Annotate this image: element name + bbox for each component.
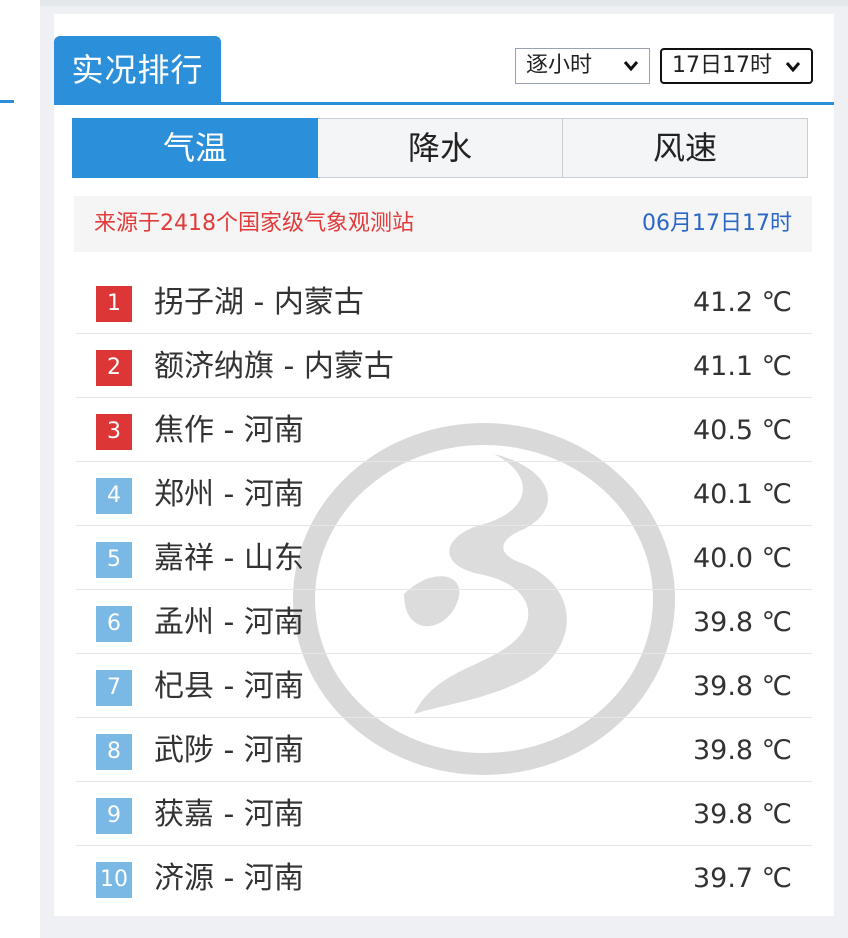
list-item[interactable]: 1 拐子湖 - 内蒙古 41.2 ℃ xyxy=(76,270,812,334)
ranking-card: 实况排行 逐小时 17日17时 气温 降水 风速 来源于2418个国家级气象观测… xyxy=(54,14,834,916)
list-item[interactable]: 7 杞县 - 河南 39.8 ℃ xyxy=(76,654,812,718)
tab-precipitation[interactable]: 降水 xyxy=(318,118,563,178)
temperature-value: 39.7 ℃ xyxy=(692,863,792,894)
interval-select-value: 逐小时 xyxy=(526,53,593,78)
list-item[interactable]: 6 孟州 - 河南 39.8 ℃ xyxy=(76,590,812,654)
rank-badge: 8 xyxy=(96,734,132,770)
temperature-value: 39.8 ℃ xyxy=(692,671,792,702)
list-item[interactable]: 3 焦作 - 河南 40.5 ℃ xyxy=(76,398,812,462)
source-note: 来源于2418个国家级气象观测站 xyxy=(94,211,414,236)
ranking-list: 1 拐子湖 - 内蒙古 41.2 ℃ 2 额济纳旗 - 内蒙古 41.1 ℃ 3 焦作 - 河… xyxy=(76,270,812,909)
station-name: 获嘉 - 河南 xyxy=(154,797,304,832)
list-item[interactable]: 8 武陟 - 河南 39.8 ℃ xyxy=(76,718,812,782)
observation-time: 06月17日17时 xyxy=(642,211,792,236)
rank-badge: 9 xyxy=(96,798,132,834)
rank-badge: 7 xyxy=(96,670,132,706)
station-name: 武陟 - 河南 xyxy=(154,733,304,768)
tab-wind-speed[interactable]: 风速 xyxy=(563,118,808,178)
rank-badge: 10 xyxy=(96,862,132,898)
station-name: 济源 - 河南 xyxy=(154,861,304,896)
rank-badge: 3 xyxy=(96,414,132,450)
station-name: 拐子湖 - 内蒙古 xyxy=(154,285,364,320)
card-header: 实况排行 逐小时 17日17时 xyxy=(54,14,834,106)
top-divider xyxy=(0,0,848,6)
rank-badge: 1 xyxy=(96,286,132,322)
tab-temperature[interactable]: 气温 xyxy=(72,118,318,178)
station-name: 嘉祥 - 山东 xyxy=(154,541,304,576)
rank-badge: 4 xyxy=(96,478,132,514)
chevron-down-icon xyxy=(785,62,801,73)
interval-select[interactable]: 逐小时 xyxy=(515,48,650,84)
temperature-value: 41.1 ℃ xyxy=(692,351,792,382)
list-item[interactable]: 2 额济纳旗 - 内蒙古 41.1 ℃ xyxy=(76,334,812,398)
metric-tabs: 气温 降水 风速 xyxy=(72,118,808,178)
list-item[interactable]: 10 济源 - 河南 39.7 ℃ xyxy=(76,846,812,909)
temperature-value: 41.2 ℃ xyxy=(692,287,792,318)
time-select-value: 17日17时 xyxy=(672,53,772,78)
temperature-value: 40.0 ℃ xyxy=(692,543,792,574)
list-item[interactable]: 5 嘉祥 - 山东 40.0 ℃ xyxy=(76,526,812,590)
header-underline xyxy=(54,102,834,105)
temperature-value: 39.8 ℃ xyxy=(692,607,792,638)
time-select[interactable]: 17日17时 xyxy=(660,48,813,84)
station-name: 额济纳旗 - 内蒙古 xyxy=(154,349,394,384)
rank-badge: 5 xyxy=(96,542,132,578)
station-name: 焦作 - 河南 xyxy=(154,413,304,448)
card-title-tab: 实况排行 xyxy=(54,36,221,104)
list-item[interactable]: 4 郑州 - 河南 40.1 ℃ xyxy=(76,462,812,526)
list-item[interactable]: 9 获嘉 - 河南 39.8 ℃ xyxy=(76,782,812,846)
source-bar: 来源于2418个国家级气象观测站 06月17日17时 xyxy=(74,196,812,252)
temperature-value: 39.8 ℃ xyxy=(692,735,792,766)
rank-badge: 2 xyxy=(96,350,132,386)
temperature-value: 40.5 ℃ xyxy=(692,415,792,446)
chevron-down-icon xyxy=(623,61,639,72)
left-panel-accent-line xyxy=(0,100,14,103)
station-name: 孟州 - 河南 xyxy=(154,605,304,640)
station-name: 杞县 - 河南 xyxy=(154,669,304,704)
rank-badge: 6 xyxy=(96,606,132,642)
temperature-value: 40.1 ℃ xyxy=(692,479,792,510)
station-name: 郑州 - 河南 xyxy=(154,477,304,512)
left-panel-edge xyxy=(0,0,40,938)
temperature-value: 39.8 ℃ xyxy=(692,799,792,830)
